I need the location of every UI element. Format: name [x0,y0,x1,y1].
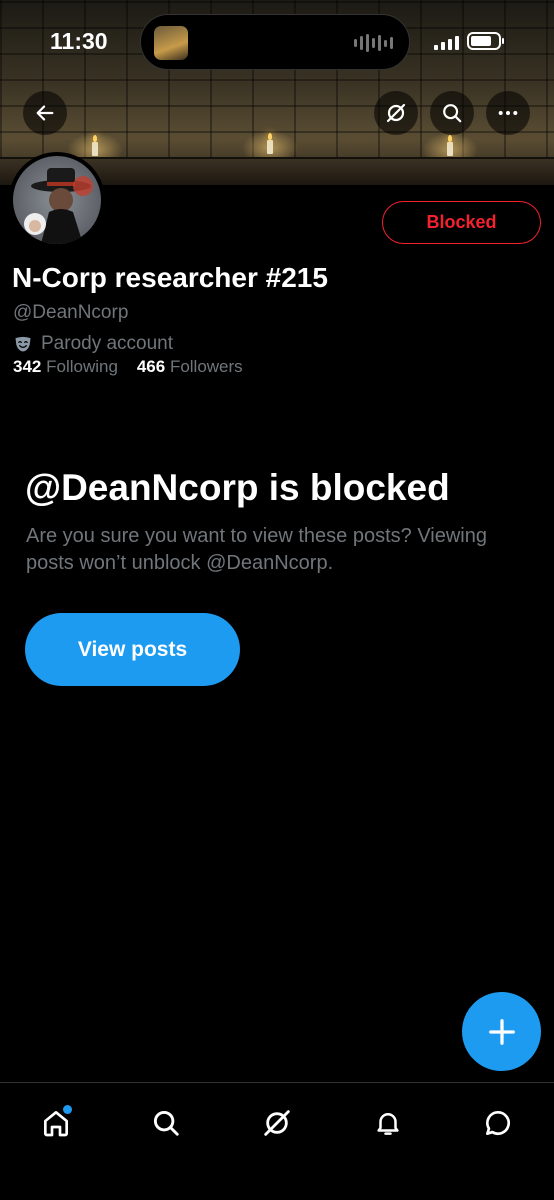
tab-grok[interactable] [255,1101,299,1145]
grok-icon [264,1110,290,1136]
parody-label: Parody account [13,333,173,355]
messages-icon [486,1111,510,1135]
tab-search[interactable] [144,1101,188,1145]
battery-icon [467,32,504,50]
profile-handle: @DeanNcorp [13,302,129,323]
parody-mask-icon [15,336,31,352]
tab-messages[interactable] [476,1101,520,1145]
blocked-title: @DeanNcorp is blocked [25,467,450,508]
plus-icon [488,1018,515,1045]
bottom-tab-bar [0,1082,554,1200]
dynamic-island[interactable] [140,14,410,70]
cellular-signal-icon [434,36,459,50]
followers-label: Followers [169,357,243,376]
candle [267,133,273,154]
search-icon [443,104,462,123]
more-icon [498,110,518,116]
back-arrow-icon [36,105,54,121]
back-button[interactable] [23,91,67,135]
follow-stats: 342 Following 466 Followers [13,357,243,377]
audio-waveform-icon [354,34,393,52]
parody-label-text: Parody account [41,333,174,354]
status-time: 11:30 [50,28,108,54]
tab-home[interactable] [34,1101,78,1145]
grok-icon [386,103,406,123]
avatar-image [24,168,93,244]
tab-notifications[interactable] [366,1101,410,1145]
followers-count: 466 [136,357,166,376]
followers-link[interactable]: 466 Followers [137,357,243,376]
now-playing-artwork [154,26,188,60]
following-link[interactable]: 342 Following [13,357,118,376]
bell-icon [377,1113,399,1135]
following-count: 342 [13,357,42,376]
profile-name: N-Corp researcher #215 [12,262,328,293]
more-button[interactable] [486,91,530,135]
view-posts-button[interactable]: View posts [25,613,240,686]
home-notification-dot [63,1105,72,1114]
compose-button[interactable] [462,992,541,1071]
blocked-description: Are you sure you want to view these post… [26,525,487,574]
grok-button[interactable] [374,91,418,135]
blocked-button[interactable]: Blocked [382,201,541,244]
avatar[interactable] [9,152,105,248]
candle [92,135,98,156]
search-icon [153,1110,179,1136]
search-button[interactable] [430,91,474,135]
following-label: Following [46,357,118,376]
candle [447,135,453,156]
